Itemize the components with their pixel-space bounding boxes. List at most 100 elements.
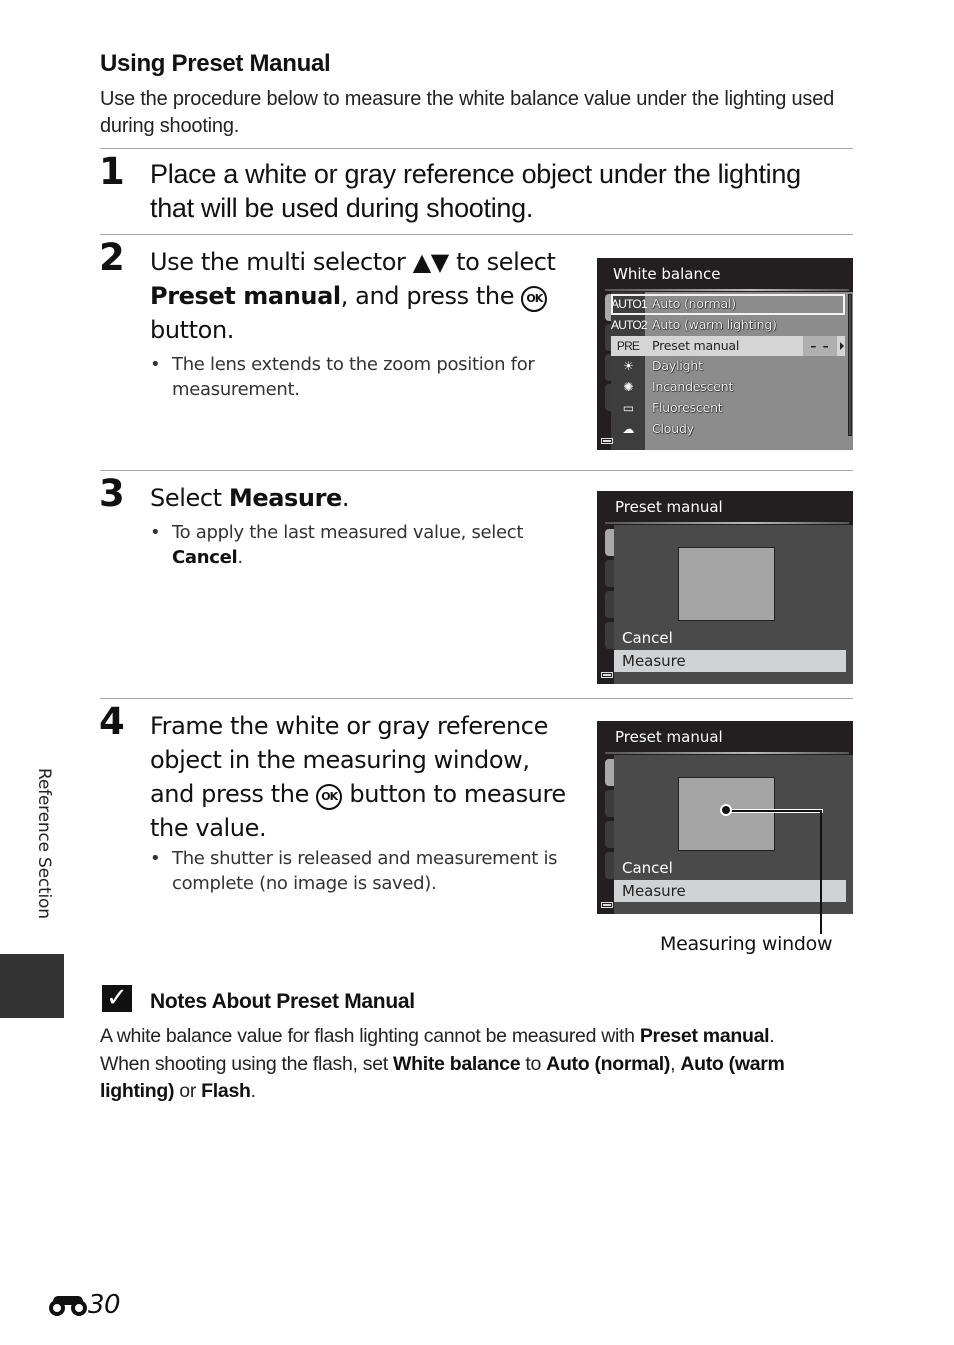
screen-title: Preset manual [597,721,853,755]
white-balance-menu-screen: White balance AUTO1 Auto (normal) AUTO2 Aut… [597,258,853,450]
notes-term: Preset manual [639,1025,770,1047]
notes-term: Flash [201,1080,251,1102]
check-icon: ✓ [102,985,132,1012]
step-4-bullet: • The shutter is released and measuremen… [150,846,570,896]
wb-option-label: Auto (warm lighting) [652,316,777,332]
notes-term: Auto (normal) [546,1052,671,1075]
bullet-dot: • [150,522,161,543]
step-3-text: Select Measure. [150,481,570,515]
up-down-arrows-icon: ▲▼ [412,248,450,276]
preset-icon: PRE [611,335,645,357]
ok-button-icon: OK [521,286,548,312]
divider [100,470,853,471]
divider [100,234,853,235]
step-number-1: 1 [99,150,125,193]
wb-option[interactable]: ✺ Incandescent [611,377,845,398]
option-cancel[interactable]: Cancel [614,857,846,879]
section-heading: Using Preset Manual [100,50,331,77]
page-number-value: 30 [88,1290,121,1320]
daylight-icon: ☀ [623,359,634,374]
side-tab-marker [0,954,64,1018]
wb-option-value: – – [803,335,837,357]
step-1-text: Place a white or gray reference object u… [150,159,801,223]
option-measure[interactable]: Measure [614,650,846,672]
option-cancel[interactable]: Cancel [614,627,846,649]
notes-term: White balance [393,1052,521,1075]
wb-option[interactable]: PRE Preset manual – – [611,335,845,357]
screen-title: White balance [597,258,853,292]
preset-manual-screen: Preset manual Cancel Measure [597,491,853,684]
side-tab-label: Reference Section [34,768,54,919]
step-3-bullet: • To apply the last measured value, sele… [150,520,560,570]
auto2-icon: AUTO2 [611,317,648,332]
binoculars-icon [49,1294,87,1316]
wb-option-label: Auto (normal) [652,296,736,311]
page-number: 30 [49,1290,121,1320]
battery-icon [601,672,613,678]
bullet-dot: • [150,848,161,869]
cloudy-icon: ☁ [622,421,634,436]
measuring-window [678,547,775,621]
option-measure[interactable]: Measure [614,880,846,902]
bullet-text: The lens extends to the zoom position fo… [172,354,535,400]
step-4-text: Frame the white or gray reference object… [150,709,570,845]
notes-text: When shooting using the flash, set [100,1052,394,1075]
step-number-2: 2 [99,236,125,279]
auto1-icon: AUTO1 [611,297,648,311]
notes-text: , [670,1052,681,1075]
notes-text: to [520,1052,547,1075]
title-underline [605,289,849,291]
wb-option-label: Fluorescent [652,400,723,415]
step-3-text-part: Select [150,484,229,512]
divider [100,148,853,149]
bullet-text: To apply the last measured value, select… [150,520,560,570]
wb-option[interactable]: ☀ Daylight [611,356,845,377]
step-2-text-part: Use the multi selector [150,248,413,276]
wb-option[interactable]: ☁ Cloudy [611,419,845,440]
callout-line [727,810,822,812]
ok-button-icon: OK [316,784,343,810]
step-2-text-part: , and press the [340,282,522,310]
step-number-3: 3 [99,472,125,515]
battery-icon [601,438,613,444]
chevron-right-icon [840,341,844,350]
notes-body: A white balance value for flash lighting… [100,1023,860,1106]
wb-option-label: Daylight [652,358,703,374]
callout-line [820,810,822,934]
step-2-text: Use the multi selector ▲▼ to select Pres… [150,245,570,347]
wb-option[interactable]: AUTO2 Auto (warm lighting) [611,315,845,336]
wb-option[interactable]: ▭ Fluorescent [611,398,845,419]
title-underline [605,522,849,524]
notes-text: . [250,1080,256,1102]
title-underline [605,752,849,754]
bullet-text: The shutter is released and measurement … [172,848,558,894]
step-3-text-part: . [341,484,350,512]
fluorescent-icon: ▭ [622,401,634,415]
bullet-text-part: . [237,547,243,568]
wb-option-label: Incandescent [652,379,734,395]
step-number-4: 4 [99,700,125,743]
incandescent-icon: ✺ [623,380,633,395]
bullet-text-part: To apply the last measured value, select [172,522,524,543]
intro-paragraph: Use the procedure below to measure the w… [100,88,835,137]
battery-icon [601,902,613,908]
step-2-bullet: • The lens extends to the zoom position … [150,352,560,402]
notes-text: or [174,1080,202,1102]
step-2-text-part: to select [448,248,556,276]
wb-option[interactable]: AUTO1 Auto (normal) [611,294,845,315]
callout-dot [720,804,732,816]
preset-manual-term: Preset manual [150,282,341,310]
notes-text: A white balance value for flash lighting… [100,1025,640,1047]
measure-term: Measure [228,484,342,512]
notes-title: Notes About Preset Manual [150,990,415,1013]
screen-title: Preset manual [597,491,853,525]
scrollbar[interactable] [848,294,852,436]
step-2-text-part: button. [150,316,234,344]
wb-option-label: Preset manual [652,337,740,353]
wb-option-label: Cloudy [652,420,694,436]
divider [100,698,853,699]
notes-text: . [769,1025,775,1047]
bullet-dot: • [150,354,161,375]
measuring-window-label: Measuring window [660,933,833,955]
cancel-term: Cancel [172,547,238,568]
